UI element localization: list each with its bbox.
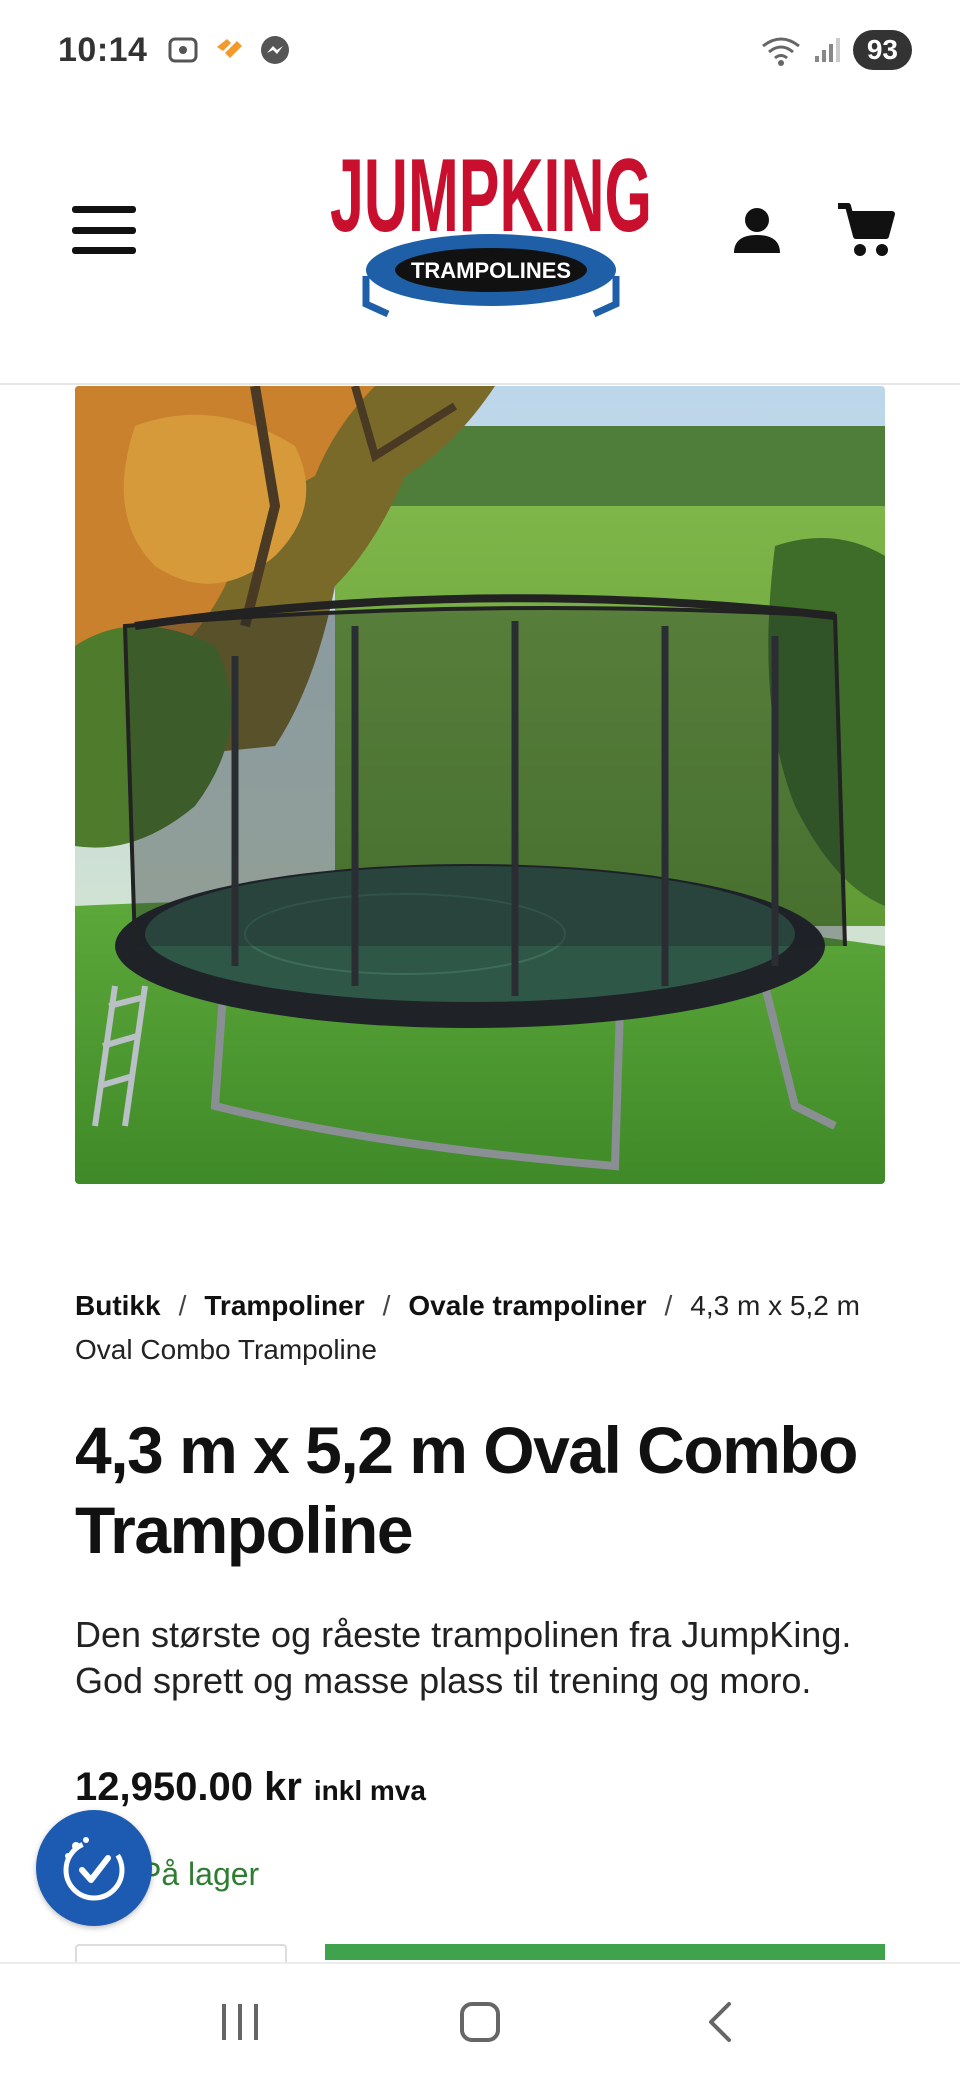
screenshot-icon: [168, 37, 198, 63]
add-to-cart-button[interactable]: [325, 1944, 885, 1960]
svg-text:TRAMPOLINES: TRAMPOLINES: [411, 258, 571, 283]
messenger-icon: [261, 36, 290, 64]
app-heart-icon: [217, 39, 243, 58]
user-icon: [734, 208, 780, 253]
jumpking-logo[interactable]: JUMPKING TRAMPOLINES: [326, 136, 656, 326]
page-title: 4,3 m x 5,2 m Oval Combo Trampoline: [75, 1413, 858, 1567]
breadcrumb-link-butikk[interactable]: Butikk: [75, 1290, 161, 1321]
account-button[interactable]: [732, 205, 782, 255]
menu-button[interactable]: [72, 206, 136, 254]
breadcrumb-link-trampoliner[interactable]: Trampoliner: [204, 1290, 364, 1321]
price-tax-note: inkl mva: [313, 1775, 426, 1806]
wifi-icon: [761, 37, 800, 66]
cart-button[interactable]: [836, 200, 896, 260]
battery-indicator: 93: [852, 30, 912, 70]
hamburger-icon: [72, 206, 136, 213]
back-button[interactable]: [680, 1992, 760, 2052]
status-time: 10:14: [58, 30, 148, 69]
accessibility-icon: [63, 1837, 125, 1901]
site-header: JUMPKING TRAMPOLINES: [0, 100, 960, 385]
breadcrumb: Butikk / Trampoliner / Ovale trampoliner/4,3…: [75, 1290, 860, 1365]
recent-apps-button[interactable]: [200, 1992, 280, 2052]
breadcrumb-link-ovale-trampoliner[interactable]: Ovale trampoliner: [408, 1290, 646, 1321]
home-icon: [460, 2002, 500, 2042]
signal-icon: [814, 38, 840, 62]
price: 12,950.00 kr: [75, 1765, 302, 1809]
system-nav-bar: [0, 1962, 960, 2080]
home-button[interactable]: [440, 1992, 520, 2052]
price-row: 12,950.00 kr inkl mva: [75, 1765, 426, 1810]
status-bar: 10:14 93: [0, 0, 960, 100]
quantity-input[interactable]: [75, 1944, 287, 1964]
product-image[interactable]: [75, 386, 885, 1184]
cart-icon: [838, 203, 895, 256]
recent-apps-icon: [222, 2004, 258, 2040]
stock-status: På lager: [140, 1856, 260, 1892]
back-icon: [709, 2002, 731, 2042]
product-description: Den største og råeste trampolinen fra Ju…: [75, 1614, 852, 1701]
accessibility-button[interactable]: [36, 1810, 152, 1926]
